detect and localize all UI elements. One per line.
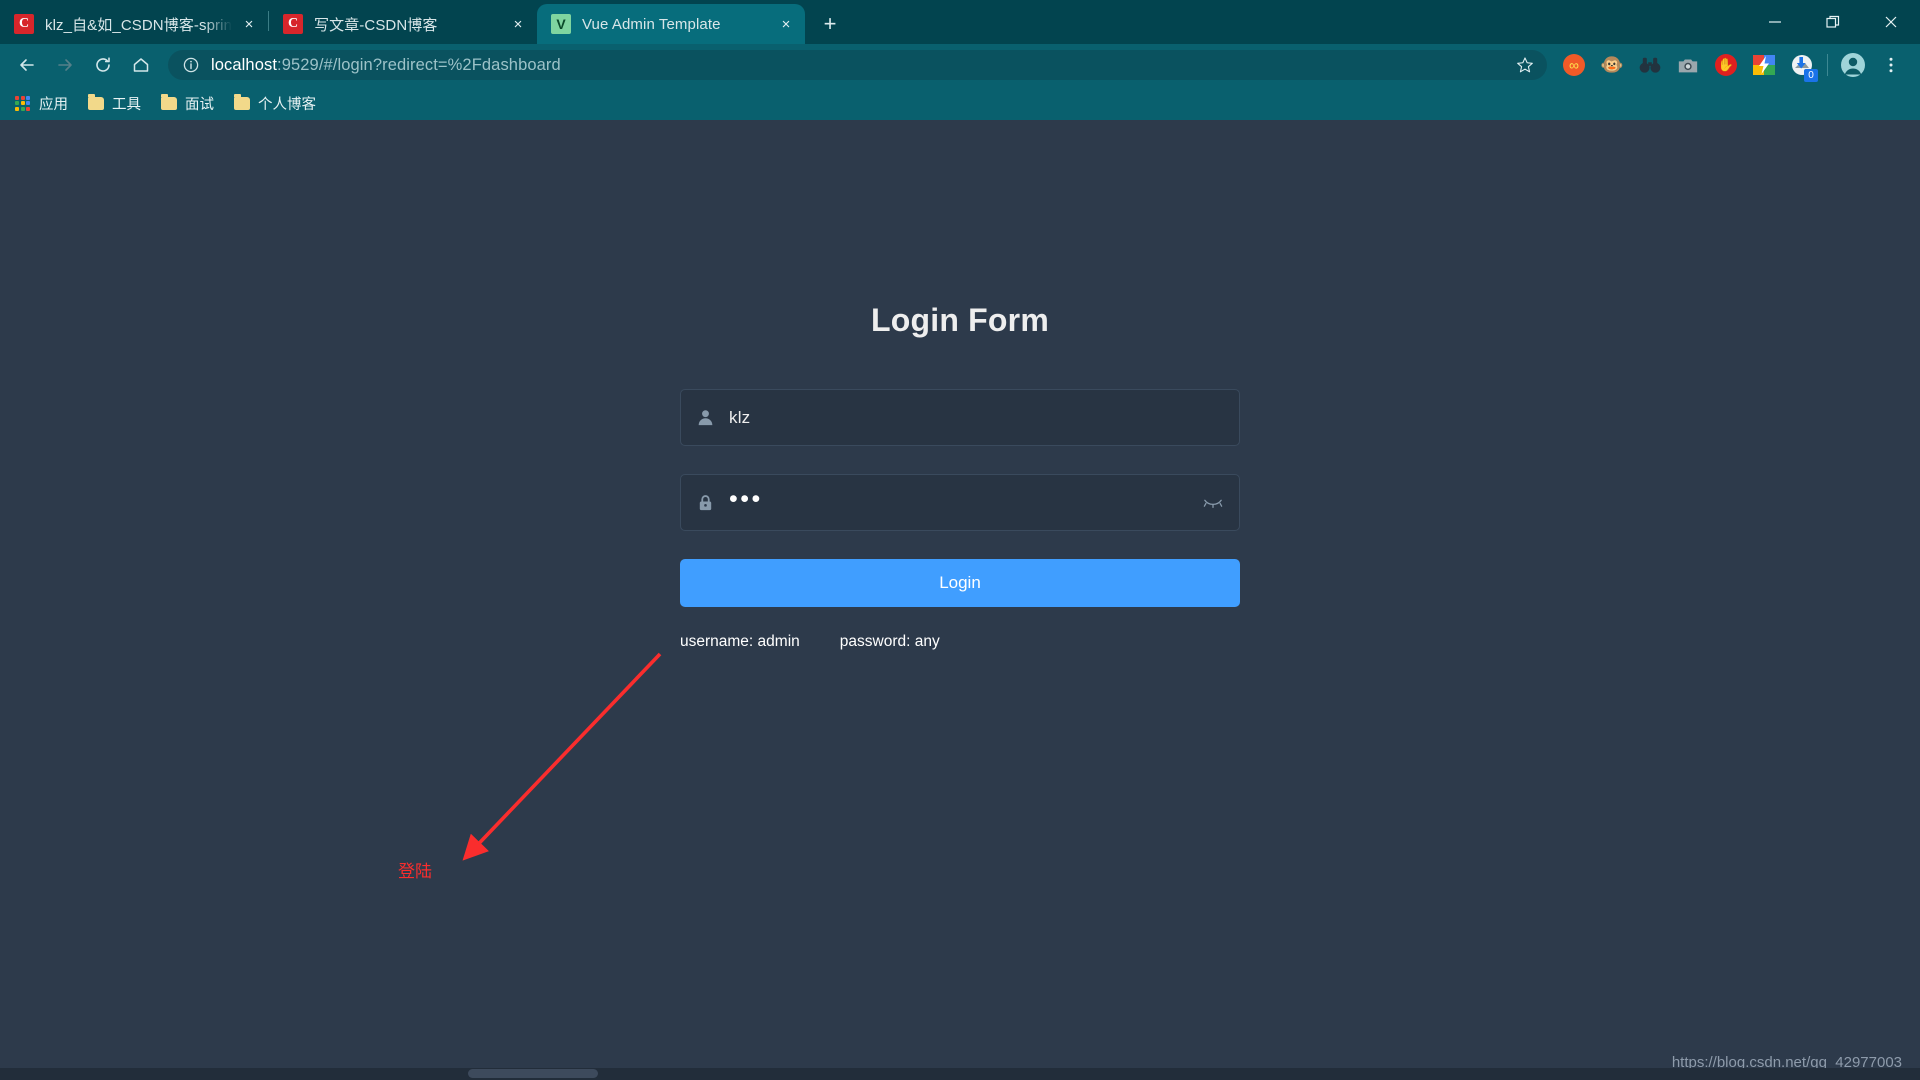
address-bar[interactable]: localhost:9529/#/login?redirect=%2Fdashb… xyxy=(168,50,1547,80)
eye-closed-icon[interactable] xyxy=(1195,496,1231,510)
scrollbar-thumb[interactable] xyxy=(468,1069,598,1078)
username-hint: username: admin xyxy=(680,633,800,651)
adblock-stop-extension-icon[interactable]: ✋ xyxy=(1707,46,1745,84)
url-path: :9529/#/login?redirect=%2Fdashboard xyxy=(277,56,561,74)
browser-window: C klz_自&如_CSDN博客-springbo × C 写文章-CSDN博客… xyxy=(0,0,1920,1080)
folder-icon xyxy=(87,95,104,112)
bookmarks-bar: 应用 工具 面试 个人博客 xyxy=(0,86,1920,120)
address-bar-url: localhost:9529/#/login?redirect=%2Fdashb… xyxy=(211,56,1513,75)
tab-title: Vue Admin Template xyxy=(582,16,771,33)
browser-tab-3-active[interactable]: V Vue Admin Template × xyxy=(537,4,805,44)
bookmark-star-icon[interactable] xyxy=(1513,56,1537,74)
tab-strip: C klz_自&如_CSDN博客-springbo × C 写文章-CSDN博客… xyxy=(0,0,1920,44)
url-host: localhost xyxy=(211,56,277,74)
infinity-extension-icon[interactable]: ∞ xyxy=(1555,46,1593,84)
tab-title: klz_自&如_CSDN博客-springbo xyxy=(45,14,234,35)
forward-button[interactable] xyxy=(48,48,82,82)
username-field[interactable]: klz xyxy=(680,389,1240,446)
bookmark-label: 应用 xyxy=(39,93,68,114)
binoculars-extension-icon[interactable] xyxy=(1631,46,1669,84)
toolbar-divider xyxy=(1827,54,1828,76)
folder-icon xyxy=(160,95,177,112)
page-title: Login Form xyxy=(680,302,1240,339)
tab-title: 写文章-CSDN博客 xyxy=(314,14,503,35)
bookmark-label: 面试 xyxy=(185,93,214,114)
username-input-value[interactable]: klz xyxy=(729,408,1231,428)
browser-tab-2[interactable]: C 写文章-CSDN博客 × xyxy=(269,4,537,44)
page-viewport: Login Form klz ••• xyxy=(0,120,1920,1080)
close-window-button[interactable] xyxy=(1862,0,1920,44)
bookmark-personal-blog[interactable]: 个人博客 xyxy=(227,90,325,117)
downloads-icon[interactable]: 0 xyxy=(1783,46,1821,84)
login-form: Login Form klz ••• xyxy=(680,120,1240,651)
window-controls xyxy=(1746,0,1920,44)
site-info-icon[interactable] xyxy=(182,56,200,74)
bookmark-apps[interactable]: 应用 xyxy=(8,90,77,117)
back-button[interactable] xyxy=(10,48,44,82)
downloads-badge-count: 0 xyxy=(1804,69,1818,82)
csdn-icon: C xyxy=(14,14,34,34)
bookmark-label: 工具 xyxy=(112,93,141,114)
chrome-menu-icon[interactable] xyxy=(1872,46,1910,84)
bookmark-tools[interactable]: 工具 xyxy=(81,90,150,117)
bookmark-label: 个人博客 xyxy=(258,93,316,114)
monkey-extension-icon[interactable]: 🐵 xyxy=(1593,46,1631,84)
tab-close-icon[interactable]: × xyxy=(238,13,260,35)
horizontal-scrollbar[interactable] xyxy=(0,1068,1920,1080)
profile-avatar-icon[interactable] xyxy=(1834,46,1872,84)
tab-close-icon[interactable]: × xyxy=(507,13,529,35)
minimize-button[interactable] xyxy=(1746,0,1804,44)
vue-icon: V xyxy=(551,14,571,34)
login-button[interactable]: Login xyxy=(680,559,1240,607)
login-hints: username: admin password: any xyxy=(680,633,1240,651)
apps-grid-icon xyxy=(14,95,31,112)
password-hint: password: any xyxy=(840,633,940,651)
camera-extension-icon[interactable] xyxy=(1669,46,1707,84)
browser-tab-1[interactable]: C klz_自&如_CSDN博客-springbo × xyxy=(0,4,268,44)
password-field[interactable]: ••• xyxy=(680,474,1240,531)
home-button[interactable] xyxy=(124,48,158,82)
bookmark-interview[interactable]: 面试 xyxy=(154,90,223,117)
lock-icon xyxy=(681,493,729,512)
browser-toolbar: localhost:9529/#/login?redirect=%2Fdashb… xyxy=(0,44,1920,86)
reload-button[interactable] xyxy=(86,48,120,82)
lightning-extension-icon[interactable] xyxy=(1745,46,1783,84)
new-tab-button[interactable]: + xyxy=(813,7,847,41)
annotation-label: 登陆 xyxy=(398,857,432,882)
tab-close-icon[interactable]: × xyxy=(775,13,797,35)
user-icon xyxy=(681,408,729,427)
extension-icons: ∞ 🐵 ✋ xyxy=(1555,46,1910,84)
csdn-icon: C xyxy=(283,14,303,34)
maximize-restore-button[interactable] xyxy=(1804,0,1862,44)
folder-icon xyxy=(233,95,250,112)
password-input-value[interactable]: ••• xyxy=(729,487,1195,519)
